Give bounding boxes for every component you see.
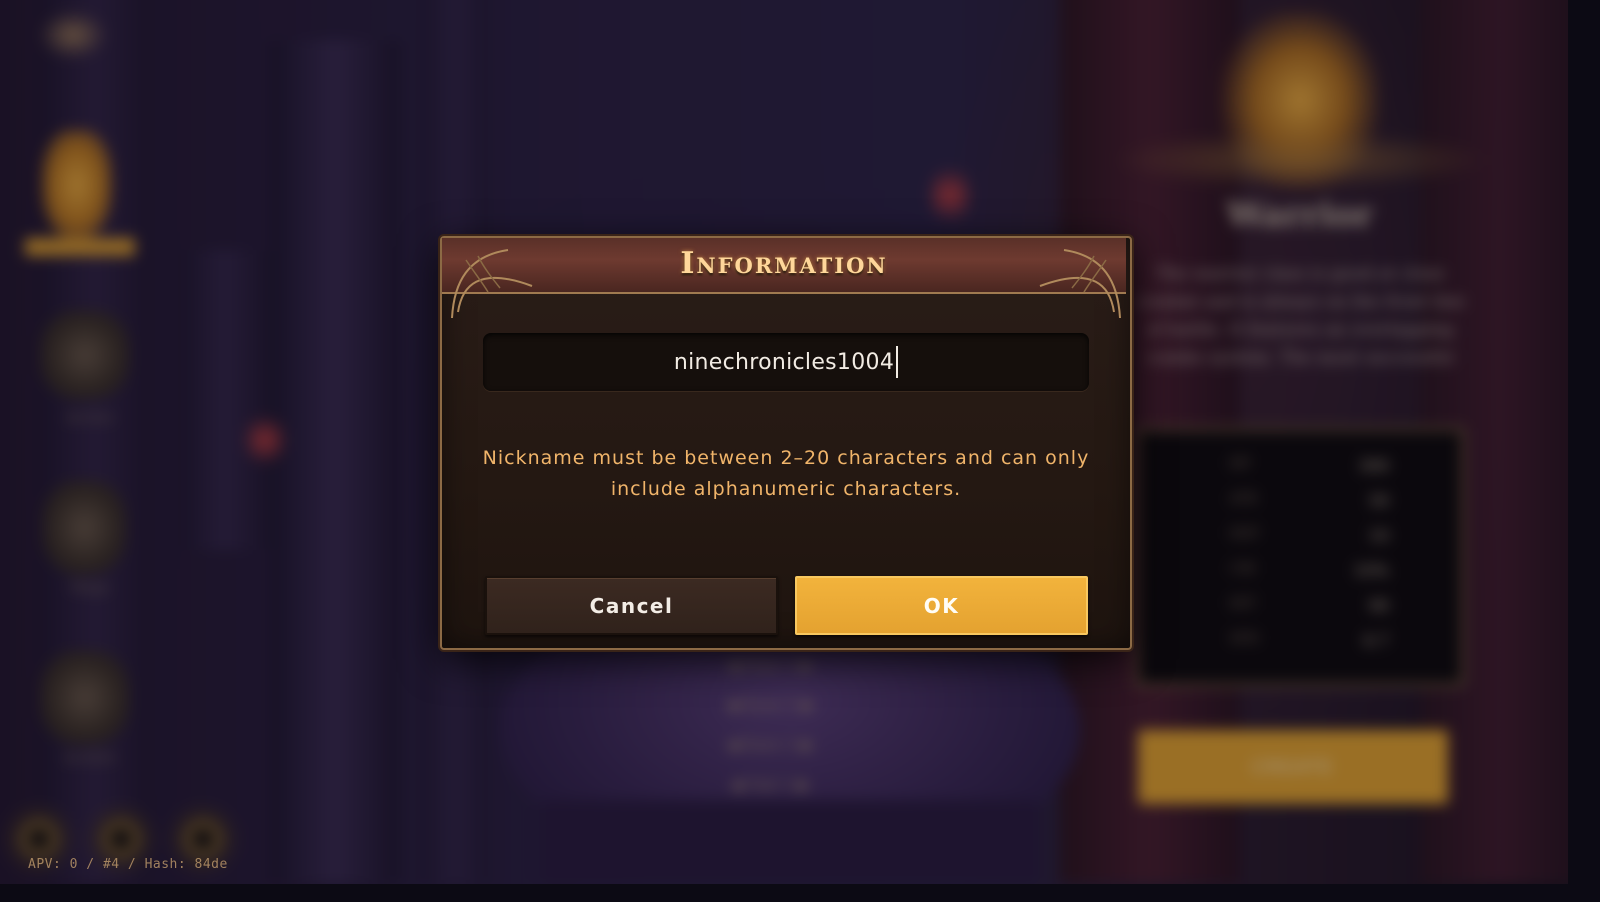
cancel-button[interactable]: Cancel — [485, 576, 778, 635]
dialog-header: Information — [442, 238, 1126, 294]
text-caret — [896, 346, 899, 378]
game-screen: Warrior The warrior class is good at clo… — [0, 0, 1568, 884]
corner-ornament-left-icon — [451, 249, 533, 319]
information-dialog: Information ninechronicles1004 Nickname … — [440, 236, 1132, 650]
dialog-title: Information — [680, 246, 888, 281]
ok-button[interactable]: OK — [795, 576, 1088, 635]
corner-ornament-right-icon — [1039, 249, 1121, 319]
nickname-input-value: ninechronicles1004 — [673, 349, 895, 375]
version-status-text: APV: 0 / #4 / Hash: 84de — [28, 857, 228, 872]
nickname-input[interactable]: ninechronicles1004 — [483, 333, 1089, 391]
validation-message: Nickname must be between 2–20 characters… — [482, 447, 1090, 500]
